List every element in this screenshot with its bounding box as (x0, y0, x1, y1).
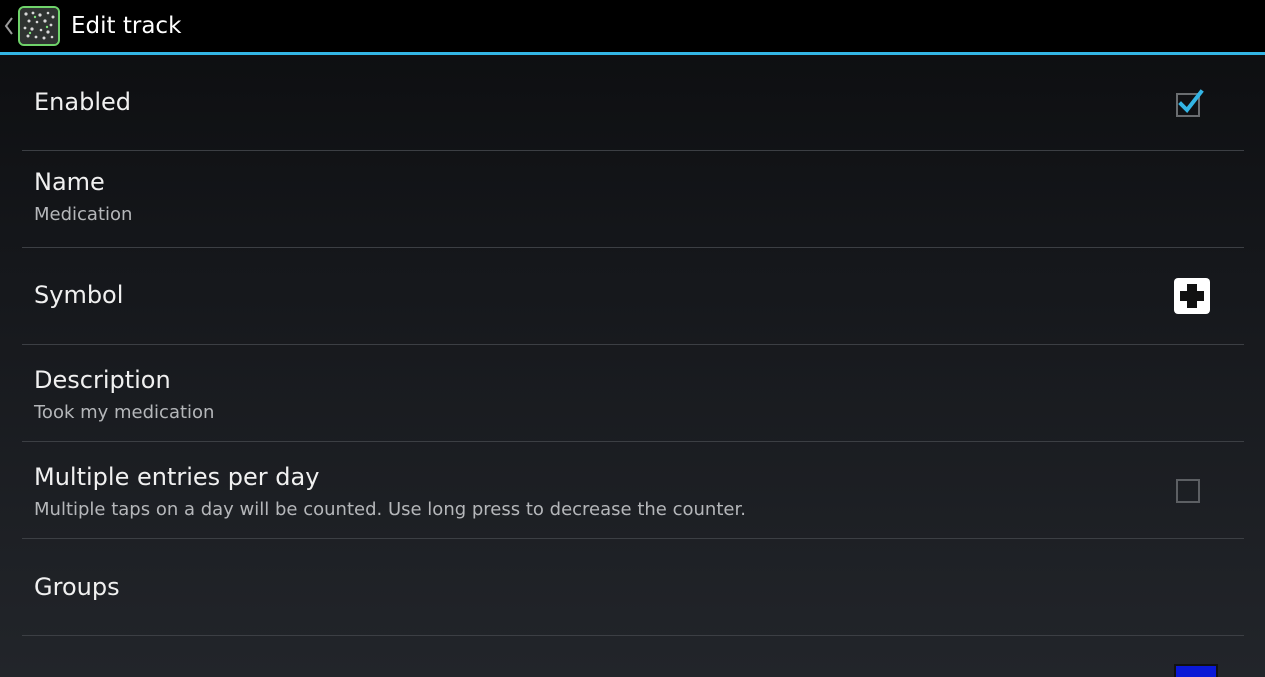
setting-symbol[interactable]: Symbol (22, 248, 1244, 345)
setting-label: Symbol (34, 281, 124, 309)
color-swatch[interactable] (1174, 664, 1218, 677)
setting-summary: Medication (34, 204, 133, 225)
setting-groups[interactable]: Groups (22, 539, 1244, 636)
setting-label: Groups (34, 573, 120, 601)
action-bar: Edit track (0, 0, 1265, 55)
setting-label: Name (34, 168, 105, 196)
app-logo-icon[interactable] (18, 6, 60, 46)
settings-list: Enabled Name Medication Symbol Descripti… (22, 55, 1244, 677)
setting-summary: Multiple taps on a day will be counted. … (34, 499, 746, 520)
setting-label: Multiple entries per day (34, 463, 320, 491)
medical-cross-icon[interactable] (1174, 278, 1210, 314)
setting-description[interactable]: Description Took my medication (22, 345, 1244, 442)
setting-multiple-entries[interactable]: Multiple entries per day Multiple taps o… (22, 442, 1244, 539)
enabled-checkbox[interactable] (1176, 89, 1204, 117)
multiple-entries-checkbox[interactable] (1176, 479, 1200, 503)
setting-label: Description (34, 366, 171, 394)
edit-track-screen: Edit track Enabled Name Medication Symbo… (0, 0, 1265, 677)
setting-summary: Took my medication (34, 402, 215, 423)
back-chevron-icon[interactable] (4, 16, 14, 36)
setting-label: Enabled (34, 88, 131, 116)
setting-name[interactable]: Name Medication (22, 151, 1244, 248)
setting-color[interactable] (22, 636, 1244, 677)
page-title: Edit track (71, 13, 182, 39)
setting-enabled[interactable]: Enabled (22, 55, 1244, 151)
